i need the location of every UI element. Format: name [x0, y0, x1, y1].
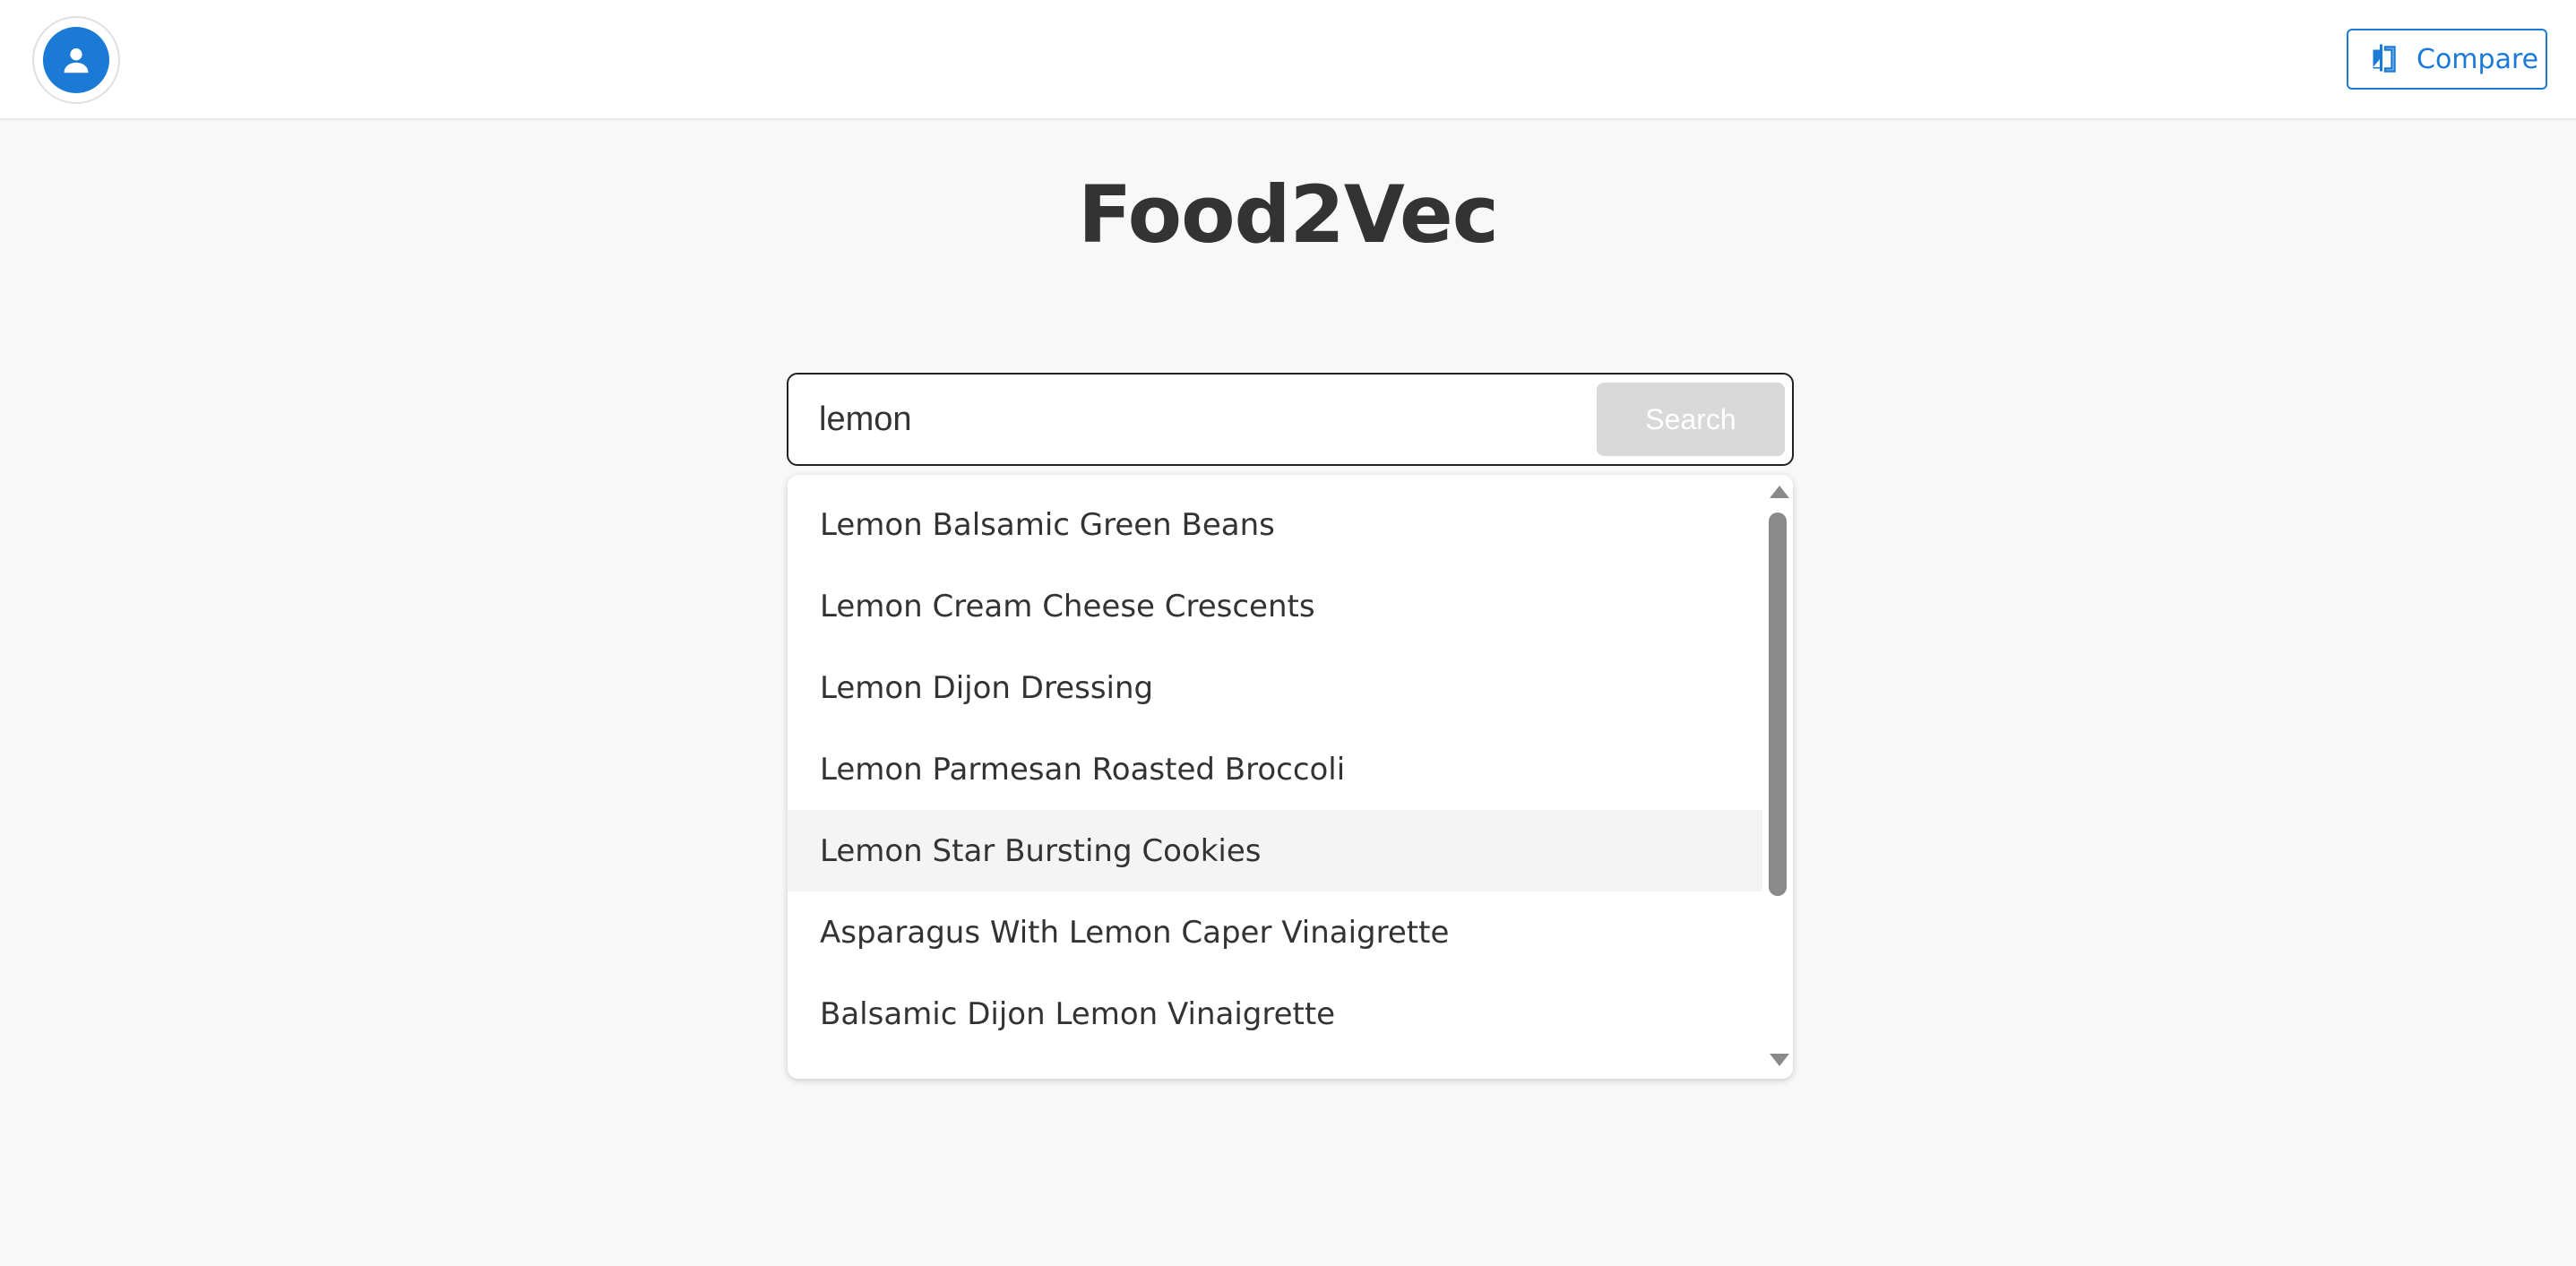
suggestion-item[interactable]: Balsamic Dijon Lemon Vinaigrette [788, 973, 1762, 1055]
suggestion-item[interactable]: Lemon Cream Cheese Crescents [788, 565, 1762, 647]
user-icon [64, 48, 89, 73]
autocomplete-dropdown: Lemon Balsamic Green Beans Lemon Cream C… [788, 475, 1793, 1079]
suggestion-item[interactable]: Lemon Dijon Dressing [788, 647, 1762, 728]
compare-label: Compare [2417, 43, 2539, 75]
compare-icon [2366, 43, 2399, 75]
dropdown-scrollbar[interactable] [1762, 475, 1793, 1079]
avatar [43, 27, 109, 93]
scroll-thumb[interactable] [1769, 512, 1787, 896]
suggestion-item-hovered[interactable]: Lemon Star Bursting Cookies [788, 810, 1762, 891]
search-input[interactable] [819, 392, 1572, 446]
top-bar: Compare [0, 0, 2576, 120]
scroll-down-arrow-icon[interactable] [1770, 1054, 1789, 1066]
suggestion-item[interactable]: Lemon Balsamic Green Beans [788, 484, 1762, 565]
user-avatar-button[interactable] [32, 16, 120, 104]
search-bar: Search [787, 373, 1794, 466]
search-button[interactable]: Search [1597, 383, 1785, 456]
page-title: Food2Vec [1078, 168, 1499, 261]
suggestion-item[interactable]: Asparagus With Lemon Caper Vinaigrette [788, 891, 1762, 973]
scroll-up-arrow-icon[interactable] [1770, 486, 1789, 498]
suggestion-item[interactable]: Lemon Parmesan Roasted Broccoli [788, 728, 1762, 810]
compare-button[interactable]: Compare [2347, 29, 2547, 90]
